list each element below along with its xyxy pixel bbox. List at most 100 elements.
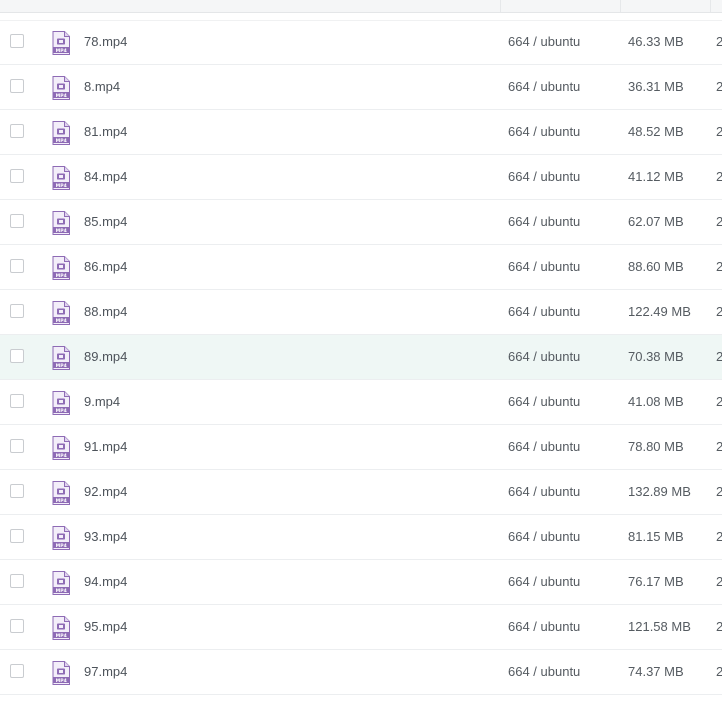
column-divider[interactable] — [500, 0, 501, 12]
file-owner: 664 / ubuntu — [508, 214, 581, 229]
file-name[interactable]: 92.mp4 — [84, 484, 127, 500]
mp4-file-icon: MP4 — [52, 256, 70, 280]
file-name[interactable]: 95.mp4 — [84, 619, 127, 635]
file-name[interactable]: 88.mp4 — [84, 304, 127, 320]
file-size: 76.17 MB — [628, 574, 684, 589]
file-row[interactable]: MP4 9.mp4 664 / ubuntu 41.08 MB 2 — [0, 380, 722, 425]
file-row[interactable]: MP4 94.mp4 664 / ubuntu 76.17 MB 2 — [0, 560, 722, 605]
file-name[interactable]: 8.mp4 — [84, 79, 120, 95]
file-owner: 664 / ubuntu — [508, 619, 581, 634]
file-name[interactable]: 81.mp4 — [84, 124, 127, 140]
file-row[interactable]: MP4 92.mp4 664 / ubuntu 132.89 MB 2 — [0, 470, 722, 515]
file-name[interactable]: 91.mp4 — [84, 439, 127, 455]
file-size: 74.37 MB — [628, 664, 684, 679]
row-checkbox[interactable] — [10, 79, 24, 93]
file-date: 2 — [716, 304, 722, 319]
file-owner: 664 / ubuntu — [508, 574, 581, 589]
file-date: 2 — [716, 79, 722, 94]
file-row[interactable]: MP4 89.mp4 664 / ubuntu 70.38 MB 2 — [0, 335, 722, 380]
row-checkbox[interactable] — [10, 214, 24, 228]
file-size: 62.07 MB — [628, 214, 684, 229]
file-row[interactable]: MP4 93.mp4 664 / ubuntu 81.15 MB 2 — [0, 515, 722, 560]
svg-text:MP4: MP4 — [56, 498, 67, 504]
row-checkbox[interactable] — [10, 439, 24, 453]
row-checkbox[interactable] — [10, 124, 24, 138]
mp4-file-icon: MP4 — [52, 301, 70, 325]
mp4-file-icon: MP4 — [52, 481, 70, 505]
file-date: 2 — [716, 214, 722, 229]
row-checkbox[interactable] — [10, 169, 24, 183]
file-row[interactable]: MP4 78.mp4 664 / ubuntu 46.33 MB 2 — [0, 20, 722, 65]
file-row[interactable]: MP4 88.mp4 664 / ubuntu 122.49 MB 2 — [0, 290, 722, 335]
mp4-file-icon: MP4 — [52, 526, 70, 550]
mp4-file-icon: MP4 — [52, 31, 70, 55]
file-size: 46.33 MB — [628, 34, 684, 49]
row-checkbox[interactable] — [10, 574, 24, 588]
file-row[interactable]: MP4 8.mp4 664 / ubuntu 36.31 MB 2 — [0, 65, 722, 110]
file-name[interactable]: 97.mp4 — [84, 664, 127, 680]
file-row[interactable]: MP4 84.mp4 664 / ubuntu 41.12 MB 2 — [0, 155, 722, 200]
row-checkbox[interactable] — [10, 394, 24, 408]
file-date: 2 — [716, 394, 722, 409]
row-checkbox[interactable] — [10, 529, 24, 543]
file-date: 2 — [716, 619, 722, 634]
file-size: 41.12 MB — [628, 169, 684, 184]
file-date: 2 — [716, 439, 722, 454]
row-checkbox[interactable] — [10, 484, 24, 498]
file-row[interactable]: MP4 97.mp4 664 / ubuntu 74.37 MB 2 — [0, 650, 722, 695]
file-name[interactable]: 86.mp4 — [84, 259, 127, 275]
row-checkbox[interactable] — [10, 304, 24, 318]
file-row[interactable]: MP4 85.mp4 664 / ubuntu 62.07 MB 2 — [0, 200, 722, 245]
file-list: MP4 78.mp4 664 / ubuntu 46.33 MB 2 MP4 8… — [0, 20, 722, 695]
table-header — [0, 0, 722, 13]
file-row[interactable]: MP4 91.mp4 664 / ubuntu 78.80 MB 2 — [0, 425, 722, 470]
column-divider[interactable] — [620, 0, 621, 12]
file-size: 88.60 MB — [628, 259, 684, 274]
mp4-file-icon: MP4 — [52, 121, 70, 145]
file-name[interactable]: 94.mp4 — [84, 574, 127, 590]
file-name[interactable]: 85.mp4 — [84, 214, 127, 230]
row-checkbox[interactable] — [10, 664, 24, 678]
file-date: 2 — [716, 34, 722, 49]
file-date: 2 — [716, 529, 722, 544]
row-checkbox[interactable] — [10, 259, 24, 273]
file-name[interactable]: 9.mp4 — [84, 394, 120, 410]
row-checkbox[interactable] — [10, 34, 24, 48]
file-name[interactable]: 84.mp4 — [84, 169, 127, 185]
file-owner: 664 / ubuntu — [508, 79, 581, 94]
file-row[interactable]: MP4 95.mp4 664 / ubuntu 121.58 MB 2 — [0, 605, 722, 650]
file-date: 2 — [716, 124, 722, 139]
svg-text:MP4: MP4 — [56, 543, 67, 549]
file-owner: 664 / ubuntu — [508, 484, 581, 499]
file-owner: 664 / ubuntu — [508, 394, 581, 409]
file-owner: 664 / ubuntu — [508, 304, 581, 319]
file-name[interactable]: 78.mp4 — [84, 34, 127, 50]
file-owner: 664 / ubuntu — [508, 439, 581, 454]
file-size: 132.89 MB — [628, 484, 691, 499]
row-checkbox[interactable] — [10, 349, 24, 363]
svg-text:MP4: MP4 — [56, 678, 67, 684]
file-row[interactable]: MP4 86.mp4 664 / ubuntu 88.60 MB 2 — [0, 245, 722, 290]
file-size: 70.38 MB — [628, 349, 684, 364]
row-checkbox[interactable] — [10, 619, 24, 633]
svg-text:MP4: MP4 — [56, 183, 67, 189]
file-date: 2 — [716, 259, 722, 274]
svg-text:MP4: MP4 — [56, 633, 67, 639]
file-size: 78.80 MB — [628, 439, 684, 454]
svg-text:MP4: MP4 — [56, 48, 67, 54]
mp4-file-icon: MP4 — [52, 211, 70, 235]
file-row[interactable]: MP4 81.mp4 664 / ubuntu 48.52 MB 2 — [0, 110, 722, 155]
column-divider[interactable] — [710, 0, 711, 12]
file-name[interactable]: 89.mp4 — [84, 349, 127, 365]
file-size: 122.49 MB — [628, 304, 691, 319]
svg-text:MP4: MP4 — [56, 138, 67, 144]
mp4-file-icon: MP4 — [52, 391, 70, 415]
mp4-file-icon: MP4 — [52, 661, 70, 685]
mp4-file-icon: MP4 — [52, 616, 70, 640]
file-size: 81.15 MB — [628, 529, 684, 544]
file-owner: 664 / ubuntu — [508, 34, 581, 49]
file-owner: 664 / ubuntu — [508, 349, 581, 364]
file-date: 2 — [716, 664, 722, 679]
file-name[interactable]: 93.mp4 — [84, 529, 127, 545]
file-date: 2 — [716, 574, 722, 589]
